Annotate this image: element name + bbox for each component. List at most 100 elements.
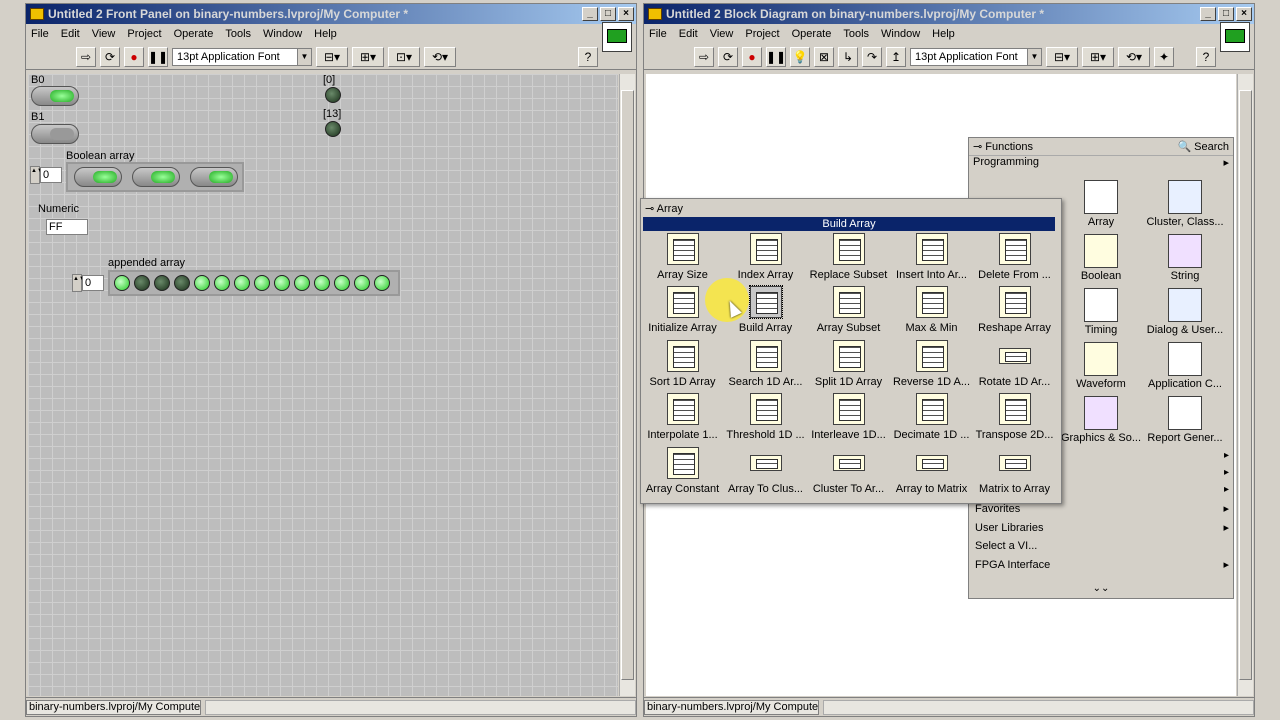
list-item-user-libraries[interactable]: User Libraries [969,519,1233,538]
menu-help[interactable]: Help [313,28,338,40]
menu-edit[interactable]: Edit [60,28,81,40]
run-continuously-icon[interactable]: ⟳ [100,46,120,67]
pause-icon[interactable]: ❚❚ [148,46,168,67]
func-cluster[interactable]: Cluster, Class... [1143,180,1227,234]
maximize-button[interactable]: □ [600,7,616,21]
vi-icon[interactable] [1220,22,1250,52]
front-panel-canvas[interactable]: B0 B1 [0] [13] Boolean array ▲▼ 0 Numeric… [28,74,618,696]
index-spinner-icon[interactable]: ▲▼ [30,166,43,184]
run-arrow-icon[interactable]: ⇨ [694,46,714,67]
numeric-input[interactable]: FF [46,219,88,235]
boolean-array-element[interactable] [132,167,180,187]
array-function-item[interactable]: Cluster To Ar... [807,447,890,500]
array-function-item[interactable]: Reverse 1D A... [890,339,973,393]
clean-up-diagram-icon[interactable]: ✦ [1154,46,1174,67]
array-function-item[interactable]: Sort 1D Array [641,339,724,393]
boolean-array-index[interactable]: ▲▼ 0 [30,166,62,184]
func-waveform[interactable]: Waveform [1059,342,1143,396]
func-application-control[interactable]: Application C... [1143,342,1227,396]
run-continuously-icon[interactable]: ⟳ [718,46,738,67]
retain-wire-values-icon[interactable]: ⊠ [814,46,834,67]
pushpin-icon[interactable]: ⊸ [645,203,654,215]
array-function-item[interactable]: Threshold 1D ... [724,393,807,446]
menu-operate[interactable]: Operate [173,28,215,40]
menu-project[interactable]: Project [744,28,780,40]
menu-help[interactable]: Help [931,28,956,40]
run-arrow-icon[interactable]: ⇨ [76,46,96,67]
func-string[interactable]: String [1143,234,1227,288]
distribute-objects-icon[interactable]: ⊞▾ [352,46,384,67]
appended-array-index[interactable]: ▲▼ 0 [72,274,104,292]
block-diagram-titlebar[interactable]: Untitled 2 Block Diagram on binary-numbe… [644,4,1254,24]
functions-palette-header[interactable]: ⊸ Functions 🔍 Search [969,138,1233,156]
front-panel-window[interactable]: Untitled 2 Front Panel on binary-numbers… [25,3,637,717]
array-function-item[interactable]: Max & Min [890,286,973,339]
array-palette-header[interactable]: ⊸ Array [641,199,1061,217]
array-function-item[interactable]: Rotate 1D Ar... [973,340,1056,393]
font-select[interactable]: 13pt Application Font ▼ [172,47,312,66]
menu-edit[interactable]: Edit [678,28,699,40]
abort-icon[interactable]: ● [124,46,144,67]
array-function-item[interactable]: Array Constant [641,446,724,500]
func-report-generation[interactable]: Report Gener... [1143,396,1227,450]
step-out-icon[interactable]: ↥ [886,46,906,67]
array-function-item[interactable]: Transpose 2D... [973,393,1056,446]
front-panel-titlebar[interactable]: Untitled 2 Front Panel on binary-numbers… [26,4,636,24]
array-palette[interactable]: ⊸ Array Build Array Array Size Index Arr… [640,198,1062,504]
step-into-icon[interactable]: ↳ [838,46,858,67]
expand-palette-icon[interactable]: ⌄⌄ [969,583,1233,594]
context-help-icon[interactable]: ? [578,47,598,67]
func-boolean[interactable]: Boolean [1059,234,1143,288]
boolean-array-element[interactable] [74,167,122,187]
array-function-item[interactable]: Interleave 1D... [807,393,890,446]
array-function-item[interactable]: Array To Clus... [724,447,807,500]
front-panel-hscroll[interactable] [205,699,636,715]
category-programming[interactable]: Programming [969,156,1233,172]
block-diagram-hscroll[interactable] [823,699,1254,715]
front-panel-vscroll[interactable] [619,74,635,696]
abort-icon[interactable]: ● [742,46,762,67]
menu-file[interactable]: File [30,28,50,40]
vi-icon[interactable] [602,22,632,52]
array-function-item[interactable]: Search 1D Ar... [724,339,807,393]
reorder-icon[interactable]: ⟲▾ [1118,46,1150,67]
array-function-item[interactable]: Interpolate 1... [641,393,724,446]
array-function-item[interactable]: Delete From ... [973,233,1056,286]
search-button[interactable]: 🔍 Search [1177,140,1233,154]
array-function-item[interactable]: Array to Matrix [890,447,973,500]
menu-window[interactable]: Window [880,28,921,40]
list-item-fpga-interface[interactable]: FPGA Interface [969,556,1233,575]
menu-file[interactable]: File [648,28,668,40]
reorder-icon[interactable]: ⟲▾ [424,46,456,67]
menu-view[interactable]: View [91,28,117,40]
array-function-item[interactable]: Insert Into Ar... [890,233,973,286]
array-function-item[interactable]: Matrix to Array [973,447,1056,500]
menu-project[interactable]: Project [126,28,162,40]
align-objects-icon[interactable]: ⊟▾ [316,46,348,67]
b1-button[interactable] [31,124,79,144]
array-function-item[interactable]: Split 1D Array [807,339,890,393]
close-button[interactable]: × [1236,7,1252,21]
boolean-array-element[interactable] [190,167,238,187]
minimize-button[interactable]: _ [582,7,598,21]
array-function-item[interactable]: Array Subset [807,286,890,339]
align-objects-icon[interactable]: ⊟▾ [1046,46,1078,67]
array-function-item[interactable]: Decimate 1D ... [890,393,973,446]
maximize-button[interactable]: □ [1218,7,1234,21]
func-timing[interactable]: Timing [1059,288,1143,342]
block-diagram-vscroll[interactable] [1237,74,1253,696]
array-function-item[interactable]: Reshape Array [973,286,1056,339]
index-spinner-icon[interactable]: ▲▼ [72,274,85,292]
menu-tools[interactable]: Tools [842,28,870,40]
list-item-select-vi[interactable]: Select a VI... [969,537,1233,556]
close-button[interactable]: × [618,7,634,21]
func-array[interactable]: Array [1059,180,1143,234]
pushpin-icon[interactable]: ⊸ [973,141,982,153]
menu-tools[interactable]: Tools [224,28,252,40]
menu-window[interactable]: Window [262,28,303,40]
minimize-button[interactable]: _ [1200,7,1216,21]
func-graphics-sound[interactable]: Graphics & So... [1059,396,1143,450]
menu-view[interactable]: View [709,28,735,40]
font-select[interactable]: 13pt Application Font ▼ [910,47,1042,66]
array-function-item[interactable]: Array Size [641,233,724,286]
